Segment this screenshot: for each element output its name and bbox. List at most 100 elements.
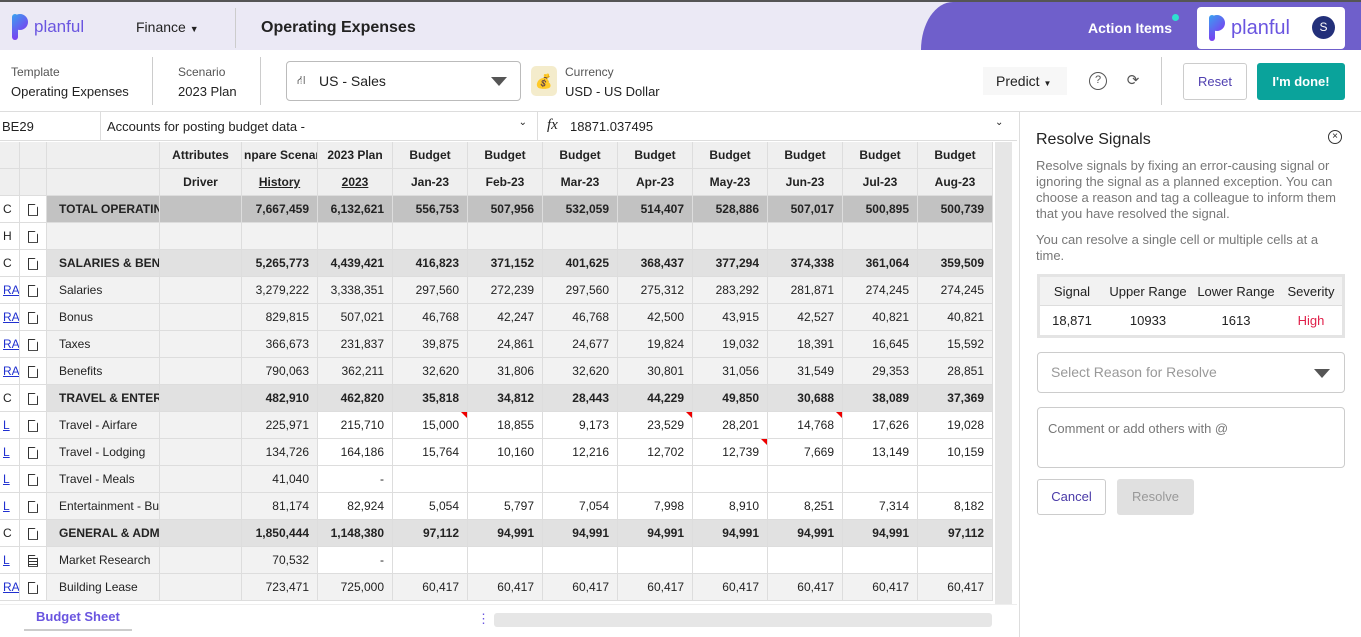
history-cell[interactable]: 482,910 [242,385,318,412]
month-cell[interactable] [918,223,993,250]
month-cell[interactable]: 8,251 [768,493,843,520]
close-icon[interactable]: × [1328,130,1342,144]
month-cell[interactable]: 368,437 [618,250,693,277]
planful-logo[interactable]: planful [12,14,84,40]
column-header[interactable]: Budget [543,142,618,169]
month-cell[interactable]: 7,314 [843,493,918,520]
month-cell[interactable]: 29,353 [843,358,918,385]
month-cell[interactable] [843,547,918,574]
month-cell[interactable]: 31,549 [768,358,843,385]
history-cell[interactable] [242,223,318,250]
row-type[interactable]: L [0,439,20,466]
month-cell[interactable]: 19,032 [693,331,768,358]
month-cell[interactable]: 32,620 [393,358,468,385]
column-header[interactable]: Aug-23 [918,169,993,196]
plan-cell[interactable]: - [318,466,393,493]
plan-cell[interactable]: 725,000 [318,574,393,601]
month-cell[interactable]: 94,991 [468,520,543,547]
action-items-link[interactable]: Action Items [1088,20,1172,36]
formula-value[interactable]: 18871.037495 [570,119,653,134]
month-cell[interactable]: 94,991 [618,520,693,547]
month-cell[interactable] [693,547,768,574]
month-cell[interactable]: 272,239 [468,277,543,304]
plan-cell[interactable]: 231,837 [318,331,393,358]
month-cell[interactable]: 40,821 [843,304,918,331]
month-cell[interactable] [618,223,693,250]
row-note-cell[interactable] [20,385,47,412]
month-cell[interactable]: 297,560 [393,277,468,304]
row-note-cell[interactable] [20,277,47,304]
column-header[interactable]: Apr-23 [618,169,693,196]
month-cell[interactable]: 94,991 [843,520,918,547]
month-cell[interactable]: 5,797 [468,493,543,520]
month-cell[interactable]: 297,560 [543,277,618,304]
column-header[interactable]: Jul-23 [843,169,918,196]
column-header[interactable]: Driver [160,169,242,196]
row-note-cell[interactable] [20,250,47,277]
history-cell[interactable]: 790,063 [242,358,318,385]
row-note-cell[interactable] [20,358,47,385]
month-cell[interactable]: 60,417 [768,574,843,601]
month-cell[interactable]: 15,592 [918,331,993,358]
month-cell[interactable]: 43,915 [693,304,768,331]
row-note-cell[interactable] [20,466,47,493]
month-cell[interactable]: 38,089 [843,385,918,412]
month-cell[interactable]: 39,875 [393,331,468,358]
month-cell[interactable]: 18,391 [768,331,843,358]
month-cell[interactable] [393,223,468,250]
month-cell[interactable]: 507,017 [768,196,843,223]
column-header[interactable]: History [242,169,318,196]
month-cell[interactable]: 28,201 [693,412,768,439]
month-cell[interactable]: 274,245 [918,277,993,304]
column-header[interactable]: Mar-23 [543,169,618,196]
history-cell[interactable]: 7,667,459 [242,196,318,223]
account-select[interactable]: Accounts for posting budget data - ⌄ [101,112,538,140]
column-header[interactable]: Budget [918,142,993,169]
month-cell[interactable]: 46,768 [543,304,618,331]
column-header[interactable]: Jun-23 [768,169,843,196]
month-cell[interactable]: 13,149 [843,439,918,466]
month-cell[interactable]: 60,417 [543,574,618,601]
month-cell[interactable]: 10,160 [468,439,543,466]
row-type[interactable]: RA [0,358,20,385]
plan-cell[interactable]: - [318,547,393,574]
month-cell[interactable] [693,223,768,250]
month-cell[interactable]: 94,991 [693,520,768,547]
chevron-down-icon[interactable]: ⌄ [995,117,1003,128]
month-cell[interactable]: 283,292 [693,277,768,304]
month-cell[interactable] [468,547,543,574]
column-header[interactable]: npare Scenar [242,142,318,169]
resolve-button[interactable]: Resolve [1117,479,1194,515]
month-cell[interactable]: 30,688 [768,385,843,412]
plan-cell[interactable] [318,223,393,250]
row-type[interactable]: RA [0,277,20,304]
month-cell[interactable]: 500,895 [843,196,918,223]
month-cell[interactable]: 94,991 [768,520,843,547]
predict-menu[interactable]: Predict ▼ [983,67,1067,95]
month-cell[interactable] [918,547,993,574]
month-cell[interactable]: 7,998 [618,493,693,520]
month-cell[interactable]: 30,801 [618,358,693,385]
row-note-cell[interactable] [20,223,47,250]
month-cell[interactable]: 24,677 [543,331,618,358]
cell-reference[interactable]: BE29 [0,112,101,140]
month-cell[interactable]: 8,182 [918,493,993,520]
month-cell[interactable]: 37,369 [918,385,993,412]
comment-input[interactable]: Comment or add others with @ [1037,407,1345,468]
row-note-cell[interactable] [20,331,47,358]
month-cell[interactable]: 18,855 [468,412,543,439]
month-cell[interactable]: 275,312 [618,277,693,304]
history-cell[interactable]: 1,850,444 [242,520,318,547]
column-header[interactable]: 2023 [318,169,393,196]
history-cell[interactable]: 70,532 [242,547,318,574]
help-icon[interactable]: ? [1089,72,1107,90]
finance-menu[interactable]: Finance ▼ [136,19,199,35]
month-cell[interactable] [393,466,468,493]
month-cell[interactable] [843,466,918,493]
month-cell[interactable] [618,466,693,493]
month-cell[interactable]: 46,768 [393,304,468,331]
month-cell[interactable]: 97,112 [918,520,993,547]
plan-cell[interactable]: 4,439,421 [318,250,393,277]
month-cell[interactable] [468,223,543,250]
column-header[interactable]: Budget [693,142,768,169]
